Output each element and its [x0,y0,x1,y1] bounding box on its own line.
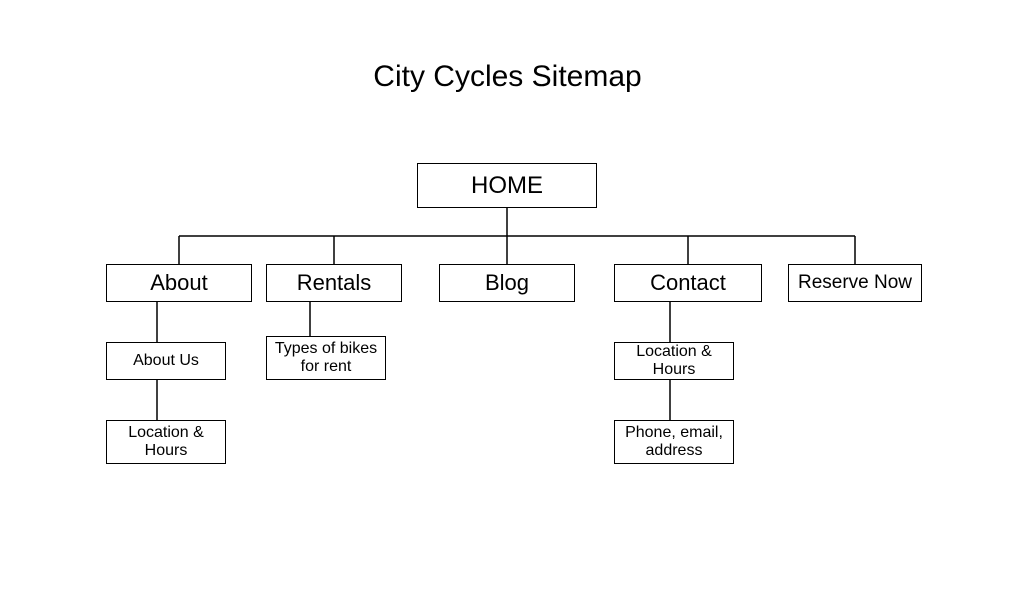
node-rental-types: Types of bikes for rent [266,336,386,380]
node-contact-details: Phone, email, address [614,420,734,464]
node-label: Rentals [291,268,378,297]
node-label: About Us [127,350,205,372]
node-contact-location-hours: Location & Hours [614,342,734,380]
node-label: Types of bikes for rent [267,338,385,379]
node-label: Phone, email, address [615,422,733,463]
node-blog: Blog [439,264,575,302]
node-label: HOME [465,170,549,202]
node-home: HOME [417,163,597,208]
node-rentals: Rentals [266,264,402,302]
node-contact: Contact [614,264,762,302]
node-label: Contact [644,268,732,297]
node-reserve-now: Reserve Now [788,264,922,302]
node-label: Location & Hours [107,422,225,463]
sitemap-diagram: City Cycles Sitemap HOME About Rentals B… [0,0,1015,600]
node-about: About [106,264,252,302]
node-label: About [144,268,214,297]
node-about-location-hours: Location & Hours [106,420,226,464]
diagram-title: City Cycles Sitemap [0,60,1015,94]
node-about-us: About Us [106,342,226,380]
node-label: Blog [479,268,535,297]
node-label: Location & Hours [615,341,733,382]
node-label: Reserve Now [792,270,918,296]
